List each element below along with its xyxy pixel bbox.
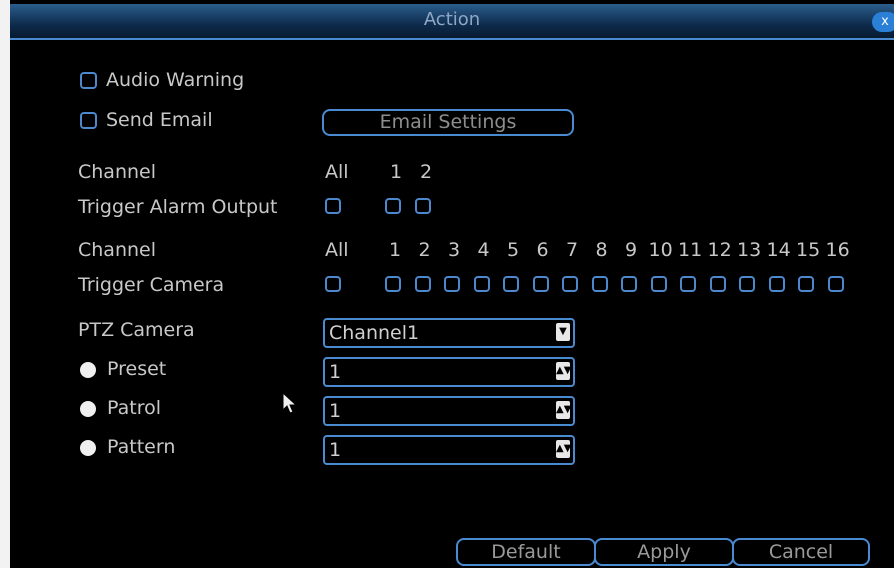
camera-channel-checkbox[interactable] bbox=[798, 276, 814, 292]
camera-channel-checkbox[interactable] bbox=[414, 276, 431, 292]
alarm-channel-number: 1 bbox=[390, 161, 403, 183]
action-dialog: Action x Audio Warning Send Email Email … bbox=[0, 0, 894, 568]
camera-channel-number: 3 bbox=[448, 239, 461, 261]
send-email-checkbox[interactable] bbox=[80, 112, 97, 129]
camera-channel-label: Channel bbox=[78, 239, 157, 261]
pattern-label: Pattern bbox=[107, 436, 176, 458]
camera-channel-number: 1 bbox=[389, 239, 402, 261]
camera-channel-number: 9 bbox=[625, 239, 638, 261]
camera-channel-number: 6 bbox=[536, 239, 549, 261]
camera-channel-checkbox[interactable] bbox=[385, 276, 401, 292]
send-email-label: Send Email bbox=[106, 109, 213, 131]
camera-channel-number: 11 bbox=[678, 239, 703, 261]
default-button[interactable]: Default bbox=[456, 538, 596, 566]
audio-warning-label: Audio Warning bbox=[106, 69, 245, 91]
pattern-stepper[interactable]: 1 ▲▼ bbox=[323, 435, 575, 465]
ptz-camera-select[interactable]: Channel1 ▼ bbox=[323, 318, 575, 348]
window-edge bbox=[0, 0, 10, 568]
camera-all-checkbox[interactable] bbox=[325, 276, 341, 292]
preset-radio[interactable] bbox=[80, 362, 96, 378]
stepper-arrows-icon[interactable]: ▲▼ bbox=[556, 401, 571, 419]
close-icon[interactable]: x bbox=[872, 12, 894, 32]
email-settings-button[interactable]: Email Settings bbox=[322, 109, 574, 136]
camera-all-label: All bbox=[325, 239, 349, 261]
camera-channel-checkbox[interactable] bbox=[827, 276, 844, 292]
camera-channel-checkbox[interactable] bbox=[709, 276, 726, 292]
title-bar: Action x bbox=[10, 4, 894, 40]
trigger-camera-label: Trigger Camera bbox=[78, 274, 225, 296]
patrol-value: 1 bbox=[329, 400, 342, 422]
camera-channel-checkbox[interactable] bbox=[532, 276, 549, 292]
camera-channel-number: 15 bbox=[796, 239, 821, 261]
audio-warning-checkbox[interactable] bbox=[80, 72, 97, 89]
ptz-camera-value: Channel1 bbox=[329, 322, 420, 344]
camera-channel-checkbox[interactable] bbox=[768, 276, 785, 292]
preset-value: 1 bbox=[329, 361, 342, 383]
apply-button[interactable]: Apply bbox=[594, 538, 734, 566]
camera-channel-checkbox[interactable] bbox=[680, 276, 696, 292]
camera-channel-number: 13 bbox=[737, 239, 762, 261]
stepper-arrows-icon[interactable]: ▲▼ bbox=[556, 362, 571, 380]
camera-channel-checkbox[interactable] bbox=[473, 276, 490, 292]
patrol-stepper[interactable]: 1 ▲▼ bbox=[323, 396, 575, 426]
camera-channel-number: 4 bbox=[477, 239, 490, 261]
alarm-channel-checkbox[interactable] bbox=[415, 198, 431, 214]
chevron-down-icon[interactable]: ▼ bbox=[556, 323, 570, 341]
pattern-value: 1 bbox=[329, 439, 342, 461]
preset-stepper[interactable]: 1 ▲▼ bbox=[323, 357, 575, 387]
ptz-camera-label: PTZ Camera bbox=[78, 319, 195, 341]
alarm-channel-checkbox[interactable] bbox=[385, 198, 401, 214]
preset-label: Preset bbox=[107, 358, 167, 380]
camera-channel-checkbox[interactable] bbox=[562, 276, 578, 292]
patrol-radio[interactable] bbox=[80, 401, 96, 417]
alarm-all-label: All bbox=[325, 161, 349, 183]
camera-channel-number: 16 bbox=[825, 239, 850, 261]
mouse-cursor-icon bbox=[282, 392, 298, 414]
cancel-button[interactable]: Cancel bbox=[732, 538, 870, 566]
camera-channel-checkbox[interactable] bbox=[621, 276, 637, 292]
camera-channel-number: 14 bbox=[766, 239, 791, 261]
alarm-channel-label: Channel bbox=[78, 161, 157, 183]
camera-channel-number: 12 bbox=[707, 239, 732, 261]
camera-channel-number: 7 bbox=[566, 239, 579, 261]
camera-channel-number: 5 bbox=[507, 239, 520, 261]
camera-channel-number: 2 bbox=[418, 239, 431, 261]
camera-channel-checkbox[interactable] bbox=[650, 276, 667, 292]
pattern-radio[interactable] bbox=[80, 440, 96, 456]
camera-channel-number: 8 bbox=[595, 239, 608, 261]
camera-channel-checkbox[interactable] bbox=[591, 276, 608, 292]
camera-channel-checkbox[interactable] bbox=[503, 276, 519, 292]
stepper-arrows-icon[interactable]: ▲▼ bbox=[556, 440, 571, 458]
alarm-channel-number: 2 bbox=[420, 161, 433, 183]
patrol-label: Patrol bbox=[107, 397, 161, 419]
camera-channel-checkbox[interactable] bbox=[739, 276, 755, 292]
camera-channel-number: 10 bbox=[648, 239, 673, 261]
trigger-alarm-output-label: Trigger Alarm Output bbox=[78, 196, 278, 218]
camera-channel-checkbox[interactable] bbox=[444, 276, 460, 292]
alarm-all-checkbox[interactable] bbox=[325, 198, 341, 214]
dialog-title: Action bbox=[423, 9, 481, 30]
